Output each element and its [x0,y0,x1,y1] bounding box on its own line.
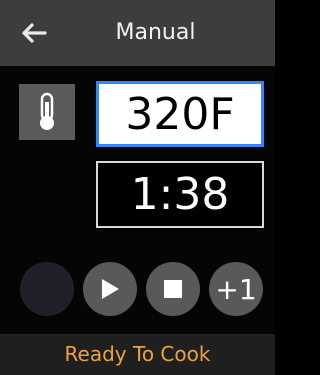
empty-slot-button [20,262,74,316]
screen: Manual 320F 1:38 +1 Ready To Cook [0,0,275,375]
stop-button[interactable] [146,262,200,316]
thermometer-icon [40,92,54,130]
play-icon [102,279,119,299]
header: Manual [0,0,275,66]
timer-field[interactable]: 1:38 [96,161,264,228]
back-button[interactable] [16,18,50,48]
add-minute-button[interactable]: +1 [209,262,263,316]
page-title: Manual [115,20,196,45]
temperature-mode-button[interactable] [19,84,75,140]
arrow-left-icon [22,23,47,43]
status-text: Ready To Cook [0,334,275,375]
play-button[interactable] [83,262,137,316]
temperature-field[interactable]: 320F [96,81,264,147]
stop-icon [164,280,182,298]
